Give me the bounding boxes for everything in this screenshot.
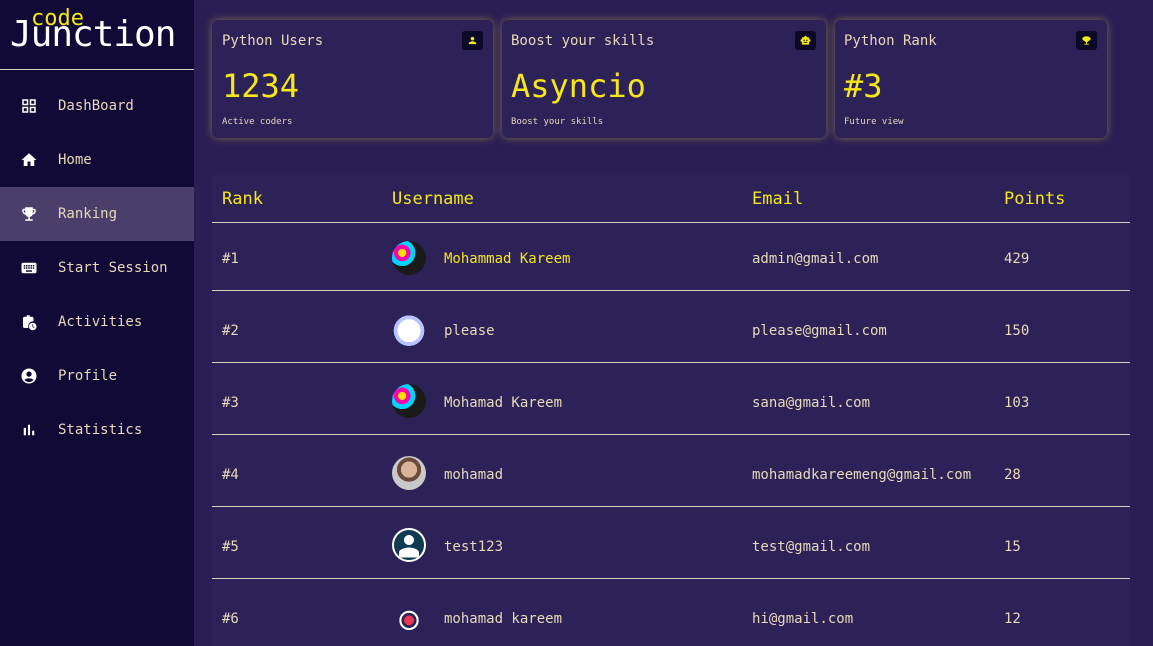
- username-cell[interactable]: please: [444, 322, 495, 340]
- home-icon: [20, 151, 38, 169]
- points-cell: 12: [1004, 611, 1021, 627]
- trophy-icon: [1076, 31, 1097, 50]
- card-title: Python Users: [222, 33, 324, 49]
- sidebar: Junction code DashBoard Home Ranking Sta…: [0, 0, 194, 646]
- table-row[interactable]: #1 Mohammad Kareem admin@gmail.com 429: [212, 224, 1130, 291]
- points-cell: 429: [1004, 251, 1030, 267]
- user-avatar: [392, 241, 426, 275]
- card-title: Boost your skills: [511, 33, 655, 49]
- sidebar-item-label: Activities: [58, 314, 143, 330]
- column-header-rank[interactable]: Rank: [222, 189, 263, 209]
- robot-icon: [795, 31, 816, 50]
- rank-cell: #2: [222, 323, 239, 339]
- card-subtitle: Future view: [844, 117, 904, 127]
- points-cell: 28: [1004, 467, 1021, 483]
- sidebar-item-label: Start Session: [58, 260, 168, 276]
- sidebar-item-label: Profile: [58, 368, 118, 384]
- username-cell[interactable]: Mohammad Kareem: [444, 250, 570, 268]
- keyboard-icon: [20, 259, 38, 277]
- user-avatar: [392, 384, 426, 418]
- card-python-users: Python Users 1234 Active coders: [212, 20, 493, 138]
- sidebar-item-profile[interactable]: Profile: [0, 349, 194, 403]
- bar-chart-icon: [20, 421, 38, 439]
- points-cell: 103: [1004, 395, 1030, 411]
- card-value: #3: [844, 67, 883, 105]
- user-avatar: [392, 600, 426, 634]
- username-cell[interactable]: mohamad: [444, 466, 503, 484]
- email-cell: admin@gmail.com: [752, 251, 879, 267]
- card-value: 1234: [222, 67, 300, 105]
- column-header-username[interactable]: Username: [392, 189, 474, 209]
- app-logo[interactable]: Junction code: [0, 0, 194, 70]
- email-cell: hi@gmail.com: [752, 611, 854, 627]
- column-header-points[interactable]: Points: [1004, 189, 1065, 209]
- sidebar-item-activities[interactable]: Activities: [0, 295, 194, 349]
- rank-cell: #4: [222, 467, 239, 483]
- username-cell[interactable]: test123: [444, 538, 503, 556]
- card-boost-skills: Boost your skills Asyncio Boost your ski…: [502, 20, 826, 138]
- card-title: Python Rank: [844, 33, 937, 49]
- table-row[interactable]: #4 mohamad mohamadkareemeng@gmail.com 28: [212, 435, 1130, 507]
- table-header: Rank Username Email Points: [212, 175, 1130, 223]
- table-row[interactable]: #3 Mohamad Kareem sana@gmail.com 103: [212, 363, 1130, 435]
- sidebar-item-label: DashBoard: [58, 98, 134, 114]
- rank-cell: #1: [222, 251, 239, 267]
- points-cell: 150: [1004, 323, 1030, 339]
- sidebar-item-label: Ranking: [58, 206, 118, 222]
- grid-icon: [20, 97, 38, 115]
- sidebar-item-dashboard[interactable]: DashBoard: [0, 79, 194, 133]
- points-cell: 15: [1004, 539, 1021, 555]
- table-row[interactable]: #5 test123 test@gmail.com 15: [212, 507, 1130, 579]
- user-avatar: [392, 456, 426, 490]
- sidebar-item-start-session[interactable]: Start Session: [0, 241, 194, 295]
- sidebar-item-label: Statistics: [58, 422, 143, 438]
- table-row[interactable]: #6 mohamad kareem hi@gmail.com 12: [212, 579, 1130, 646]
- sidebar-item-ranking[interactable]: Ranking: [0, 187, 194, 241]
- logo-small-text: code: [31, 6, 84, 31]
- table-row[interactable]: #2 please please@gmail.com 150: [212, 291, 1130, 363]
- card-value: Asyncio: [511, 67, 646, 105]
- user-avatar: [392, 312, 426, 346]
- username-cell[interactable]: Mohamad Kareem: [444, 394, 562, 412]
- user-icon: [462, 31, 483, 50]
- card-python-rank: Python Rank #3 Future view: [835, 20, 1107, 138]
- card-subtitle: Active coders: [222, 117, 293, 127]
- sidebar-nav: DashBoard Home Ranking Start Session Act…: [0, 79, 194, 457]
- account-circle-icon: [20, 367, 38, 385]
- rank-cell: #6: [222, 611, 239, 627]
- email-cell: sana@gmail.com: [752, 395, 871, 411]
- sidebar-item-label: Home: [58, 152, 92, 168]
- column-header-email[interactable]: Email: [752, 189, 803, 209]
- ranking-table: Rank Username Email Points #1 Mohammad K…: [212, 175, 1130, 646]
- sidebar-item-home[interactable]: Home: [0, 133, 194, 187]
- sidebar-item-statistics[interactable]: Statistics: [0, 403, 194, 457]
- email-cell: mohamadkareemeng@gmail.com: [752, 467, 972, 483]
- briefcase-clock-icon: [20, 313, 38, 331]
- email-cell: test@gmail.com: [752, 539, 871, 555]
- username-cell[interactable]: mohamad kareem: [444, 610, 562, 628]
- rank-cell: #3: [222, 395, 239, 411]
- user-avatar: [392, 528, 426, 562]
- email-cell: please@gmail.com: [752, 323, 887, 339]
- rank-cell: #5: [222, 539, 239, 555]
- card-subtitle: Boost your skills: [511, 117, 604, 127]
- trophy-icon: [20, 205, 38, 223]
